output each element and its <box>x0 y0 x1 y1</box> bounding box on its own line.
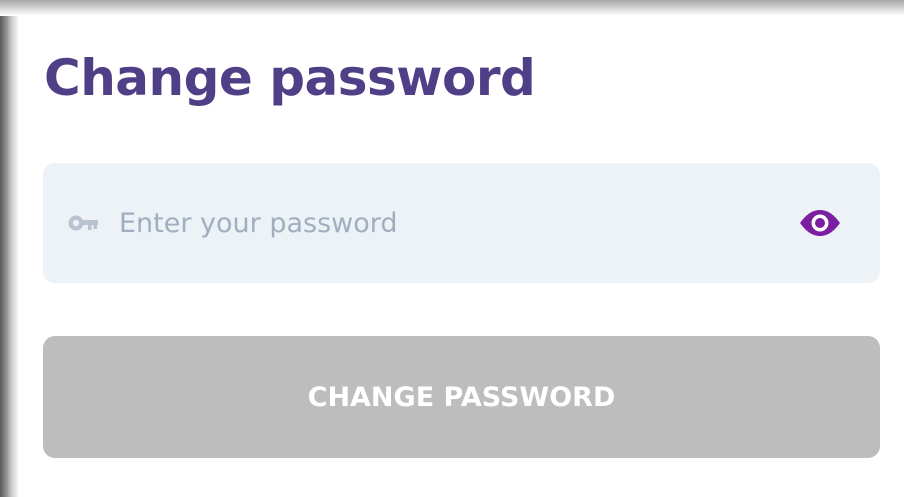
change-password-card: Change password CHANGE PASSWORD <box>18 16 904 497</box>
change-password-button[interactable]: CHANGE PASSWORD <box>43 336 880 458</box>
key-icon <box>68 212 98 234</box>
eye-icon[interactable] <box>798 209 842 237</box>
page-title: Change password <box>44 49 536 107</box>
password-field[interactable] <box>43 163 880 283</box>
window-shadow-left <box>0 0 18 497</box>
page: Change password CHANGE PASSWORD <box>0 0 904 497</box>
password-input[interactable] <box>119 199 779 247</box>
window-shadow-top <box>0 0 904 16</box>
